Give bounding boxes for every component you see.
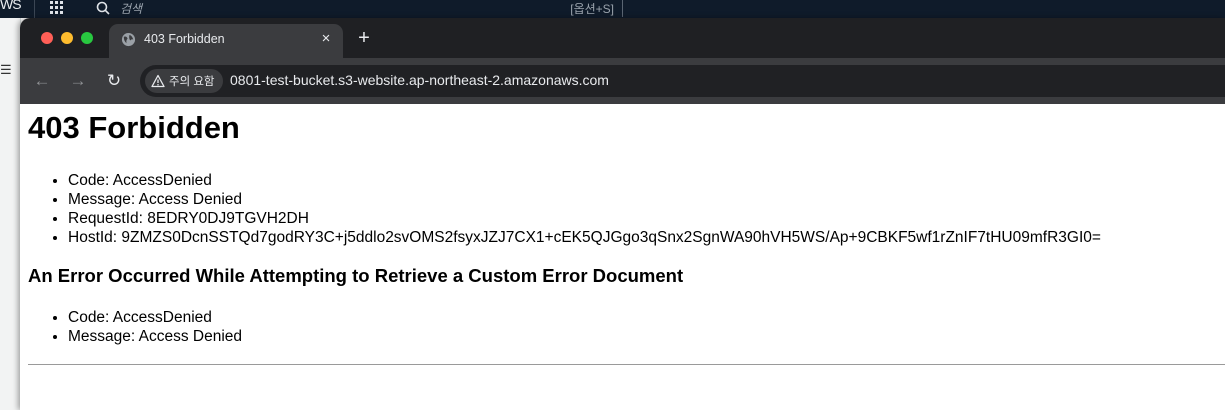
warning-icon [151, 74, 165, 88]
list-item: Code: AccessDenied [68, 308, 242, 327]
error-details-list: Code: AccessDenied Message: Access Denie… [28, 171, 1101, 247]
horizontal-divider [28, 364, 1225, 365]
close-tab-icon[interactable]: × [318, 31, 334, 47]
services-grid-icon[interactable] [50, 0, 65, 16]
tab-403-forbidden[interactable]: 403 Forbidden × [109, 24, 343, 58]
list-item: HostId: 9ZMZS0DcnSSTQd7godRY3C+j5ddlo2sv… [68, 228, 1101, 247]
site-security-chip[interactable]: 주의 요함 [145, 69, 223, 93]
search-icon [96, 1, 110, 15]
forward-button[interactable]: → [68, 71, 88, 91]
back-button[interactable]: ← [32, 71, 52, 91]
browser-toolbar: ← → ↻ 주의 요함 0801-test-bucket.s3-website.… [20, 58, 1225, 104]
search-shortcut-hint: [옵션+S] [570, 2, 614, 16]
minimize-window-button[interactable] [61, 32, 73, 44]
menu-icon[interactable]: ☰ [0, 62, 12, 78]
globe-icon [121, 32, 136, 47]
list-item: Message: Access Denied [68, 190, 1101, 209]
custom-error-heading: An Error Occurred While Attempting to Re… [28, 265, 684, 286]
aws-side-panel: ☰ [0, 18, 21, 410]
close-window-button[interactable] [41, 32, 53, 44]
aws-search-input[interactable]: 검색 [옵션+S] [88, 0, 623, 17]
fullscreen-window-button[interactable] [81, 32, 93, 44]
reload-button[interactable]: ↻ [104, 71, 124, 91]
list-item: RequestId: 8EDRY0DJ9TGVH2DH [68, 209, 1101, 228]
search-placeholder: 검색 [120, 2, 143, 16]
page-content: 403 Forbidden Code: AccessDenied Message… [20, 104, 1225, 410]
new-tab-button[interactable]: + [354, 28, 374, 48]
security-label: 주의 요함 [169, 76, 215, 88]
address-bar[interactable]: 주의 요함 0801-test-bucket.s3-website.ap-nor… [140, 65, 1225, 97]
list-item: Code: AccessDenied [68, 171, 1101, 190]
browser-window: 403 Forbidden × + ← → ↻ 주의 요함 0801-test-… [20, 18, 1225, 410]
custom-error-details-list: Code: AccessDenied Message: Access Denie… [28, 308, 242, 346]
aws-bar-divider [34, 0, 35, 18]
page-title: 403 Forbidden [28, 110, 240, 145]
tab-strip: 403 Forbidden × + [20, 18, 1225, 58]
aws-console-top-bar: WS 검색 [옵션+S] [0, 0, 1225, 18]
aws-logo[interactable]: WS [0, 0, 22, 12]
url-text[interactable]: 0801-test-bucket.s3-website.ap-northeast… [230, 72, 609, 88]
list-item: Message: Access Denied [68, 327, 242, 346]
tab-title: 403 Forbidden [144, 32, 225, 46]
